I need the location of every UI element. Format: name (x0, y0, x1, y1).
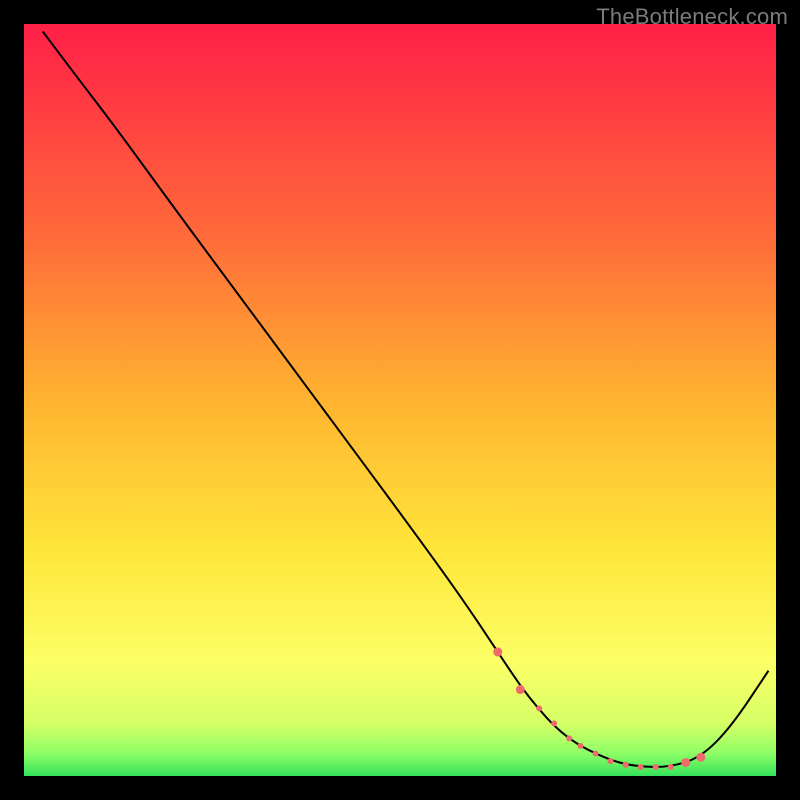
watermark-text: TheBottleneck.com (596, 4, 788, 30)
marker-dot (593, 750, 599, 756)
marker-dot (577, 743, 583, 749)
chart-canvas (0, 0, 800, 800)
plot-background (24, 24, 776, 776)
chart-root: TheBottleneck.com (0, 0, 800, 800)
marker-dot (681, 758, 690, 767)
marker-dot (566, 735, 572, 741)
marker-dot (696, 753, 705, 762)
marker-dot (623, 762, 629, 768)
marker-dot (551, 720, 557, 726)
marker-dot (608, 758, 614, 764)
marker-dot (516, 685, 525, 694)
marker-dot (493, 647, 502, 656)
marker-dot (638, 764, 644, 770)
marker-dot (536, 705, 542, 711)
marker-dot (653, 764, 659, 770)
marker-dot (668, 764, 674, 770)
